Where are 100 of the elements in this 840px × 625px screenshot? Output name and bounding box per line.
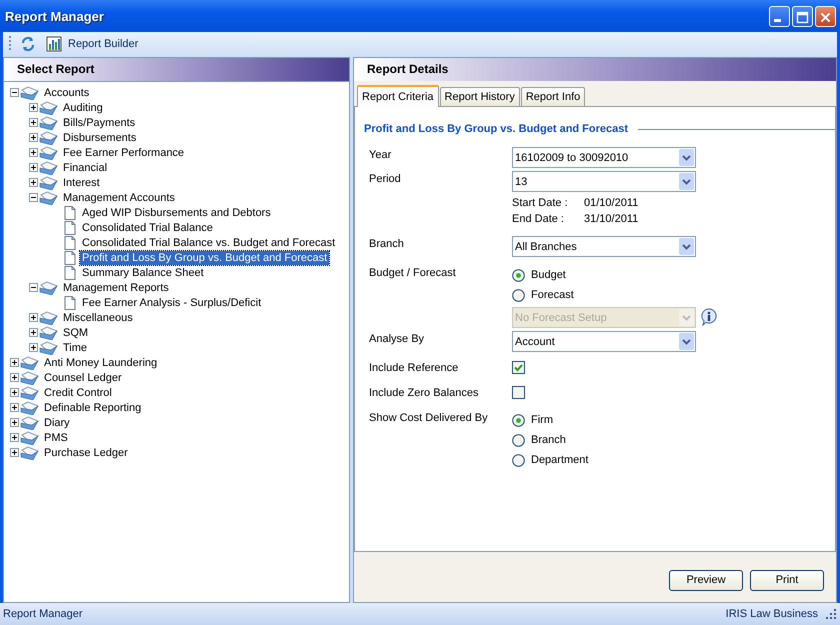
folder-icon — [39, 190, 59, 204]
expander-icon[interactable] — [29, 163, 38, 172]
tree-item[interactable]: Accounts — [42, 86, 92, 100]
radio-button[interactable] — [512, 268, 525, 282]
field-label: Period — [369, 172, 402, 185]
tree-item[interactable]: Aged WIP Disbursements and Debtors — [80, 206, 273, 220]
tree-item[interactable]: Management Accounts — [61, 190, 177, 204]
expander-icon[interactable] — [29, 313, 38, 322]
status-text: IRIS Law Business — [726, 608, 818, 620]
radio-label: Department — [531, 454, 588, 466]
radio-label: Branch — [531, 434, 566, 446]
expander-icon[interactable] — [10, 88, 19, 97]
expander-icon[interactable] — [10, 448, 19, 457]
radio-button[interactable] — [512, 288, 525, 302]
expander-icon[interactable] — [29, 328, 38, 337]
folder-icon — [20, 356, 40, 370]
document-icon — [64, 236, 76, 250]
date-value: 01/10/2011 — [584, 196, 638, 211]
tree-item[interactable]: Fee Earner Performance — [61, 146, 186, 160]
radio-label: Forecast — [531, 289, 574, 301]
field-label: Budget / Forecast — [369, 266, 457, 279]
expander-icon[interactable] — [10, 358, 19, 367]
folder-icon — [20, 416, 40, 430]
checkbox[interactable] — [512, 386, 525, 399]
expander-icon[interactable] — [29, 133, 38, 142]
date-label: End Date : — [512, 212, 565, 227]
folder-icon — [39, 100, 59, 114]
group-title: Profit and Loss By Group vs. Budget and Forecast — [364, 123, 628, 135]
document-icon — [64, 220, 76, 234]
resize-grip-icon[interactable] — [826, 609, 836, 619]
field-label: Show Cost Delivered By — [369, 411, 489, 424]
expander-icon[interactable] — [10, 418, 19, 427]
tree-item[interactable]: Consolidated Trial Balance — [80, 220, 215, 234]
folder-icon — [39, 326, 59, 340]
radio-button[interactable] — [512, 414, 525, 426]
dropdown[interactable]: All Branches — [512, 236, 696, 257]
folder-icon — [39, 130, 59, 144]
tree-item[interactable]: Interest — [61, 176, 102, 190]
tree-item[interactable]: Credit Control — [42, 386, 114, 400]
expander-icon[interactable] — [10, 433, 19, 442]
expander-icon[interactable] — [29, 343, 38, 352]
checkbox[interactable] — [512, 361, 525, 374]
tree-item[interactable]: Disbursements — [61, 130, 138, 144]
dropdown[interactable]: 16102009 to 30092010 — [512, 147, 696, 168]
field-label: Include Zero Balances — [369, 386, 480, 398]
tree-item[interactable]: Anti Money Laundering — [42, 356, 160, 370]
field-label: Year — [369, 148, 392, 161]
folder-icon — [20, 386, 40, 400]
date-label: Start Date : — [512, 196, 569, 211]
close-button[interactable] — [815, 6, 836, 26]
tab[interactable]: Report Criteria — [357, 85, 439, 107]
expander-icon[interactable] — [29, 103, 38, 112]
tree-item[interactable]: Summary Balance Sheet — [80, 266, 206, 280]
tree-item[interactable]: Time — [61, 340, 90, 354]
document-icon — [64, 206, 76, 220]
tree-item[interactable]: Bills/Payments — [61, 116, 138, 130]
tree-item[interactable]: Consolidated Trial Balance vs. Budget and Forecast — [80, 236, 338, 250]
dropdown[interactable]: Account — [512, 331, 696, 352]
folder-icon — [39, 340, 59, 354]
tree-item[interactable]: Diary — [42, 416, 72, 430]
chevron-icon — [679, 333, 694, 350]
dropdown[interactable]: 13 — [512, 171, 696, 192]
tree-item[interactable]: Auditing — [61, 100, 105, 114]
expander-icon[interactable] — [29, 118, 38, 127]
tree-item[interactable]: Purchase Ledger — [42, 446, 130, 460]
tab[interactable]: Report Info — [520, 87, 586, 106]
preview-button[interactable]: Preview — [669, 570, 743, 590]
chevron-icon — [679, 149, 694, 166]
tree-item[interactable]: Definable Reporting — [42, 400, 144, 414]
chevron-icon — [679, 309, 694, 326]
tree-item[interactable]: Management Reports — [61, 280, 171, 294]
radio-button[interactable] — [512, 434, 525, 446]
tree-item[interactable]: PMS — [42, 430, 70, 444]
expander-icon[interactable] — [29, 178, 38, 187]
chevron-icon — [679, 238, 694, 255]
tab[interactable]: Report History — [440, 87, 520, 106]
tree-item[interactable]: Profit and Loss By Group vs. Budget and Forecast — [80, 250, 330, 264]
tree-item[interactable]: Fee Earner Analysis - Surplus/Deficit — [80, 296, 264, 310]
expander-icon[interactable] — [29, 193, 38, 202]
folder-icon — [20, 430, 40, 444]
document-icon — [64, 250, 76, 264]
expander-icon[interactable] — [29, 148, 38, 157]
radio-button[interactable] — [512, 454, 525, 466]
maximize-button[interactable] — [792, 6, 813, 26]
report-builder-button[interactable]: Report Builder — [44, 36, 140, 52]
document-icon — [64, 266, 76, 280]
tree-item[interactable]: Financial — [61, 160, 110, 174]
expander-icon[interactable] — [29, 283, 38, 292]
tree-item[interactable]: Miscellaneous — [61, 310, 135, 324]
expander-icon[interactable] — [10, 388, 19, 397]
tree-item[interactable]: Counsel Ledger — [42, 370, 124, 384]
toolbar-grip-icon[interactable] — [9, 36, 12, 52]
tree-item[interactable]: SQM — [61, 326, 90, 340]
folder-icon — [39, 146, 59, 160]
print-button[interactable]: Print — [750, 570, 824, 590]
minimize-button[interactable] — [769, 6, 790, 26]
field-label: Branch — [369, 237, 405, 250]
expander-icon[interactable] — [10, 373, 19, 382]
expander-icon[interactable] — [10, 403, 19, 412]
folder-icon — [20, 370, 40, 384]
